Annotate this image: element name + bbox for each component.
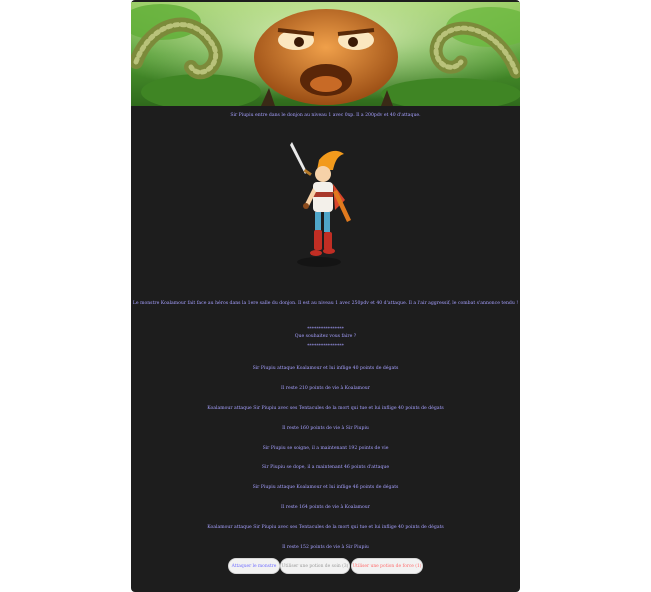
log-line: Sir Piupiu se soigne, il a maintenant 19… xyxy=(262,446,389,451)
strength-potion-button[interactable]: Utiliser une potion de force (1) xyxy=(351,558,423,574)
separator-top: **************** xyxy=(307,327,344,332)
game-panel: Sir Piupiu entre dans le donjon au nivea… xyxy=(131,0,520,592)
monster-intro-text: Le monstre Koalamour fait face au héros … xyxy=(132,301,519,306)
log-line: Il reste 164 points de vie à Koalamour xyxy=(281,505,370,510)
log-line: Koalamour attaque Sir Piupiu avec ses Te… xyxy=(207,525,444,530)
log-line: Sir Piupiu attaque Koalamour et lui infl… xyxy=(252,485,399,490)
koalamour-banner-illustration xyxy=(131,2,520,106)
log-line: Il reste 160 points de vie à Sir Piupiu xyxy=(282,426,369,431)
attack-button[interactable]: Attaquer le monstre xyxy=(228,558,280,574)
log-line: Il reste 210 points de vie à Koalamour xyxy=(281,386,370,391)
hero-illustration xyxy=(290,142,351,267)
separator-bottom: **************** xyxy=(307,344,344,349)
log-line: Sir Piupiu attaque Koalamour et lui infl… xyxy=(252,366,399,371)
monster-banner-image xyxy=(131,2,520,106)
action-prompt: Que souhaitez vous faire ? xyxy=(294,334,357,339)
log-line: Sir Piupiu se dope, il a maintenant 46 p… xyxy=(261,465,390,470)
log-line: Il reste 152 points de vie à Sir Piupiu xyxy=(282,545,369,550)
intro-text: Sir Piupiu entre dans le donjon au nivea… xyxy=(230,113,421,118)
heal-potion-button[interactable]: Utiliser une potion de soin (3) xyxy=(280,558,350,574)
log-line: Koalamour attaque Sir Piupiu avec ses Te… xyxy=(207,406,444,411)
hero-sir-piupiu-image xyxy=(289,140,364,270)
